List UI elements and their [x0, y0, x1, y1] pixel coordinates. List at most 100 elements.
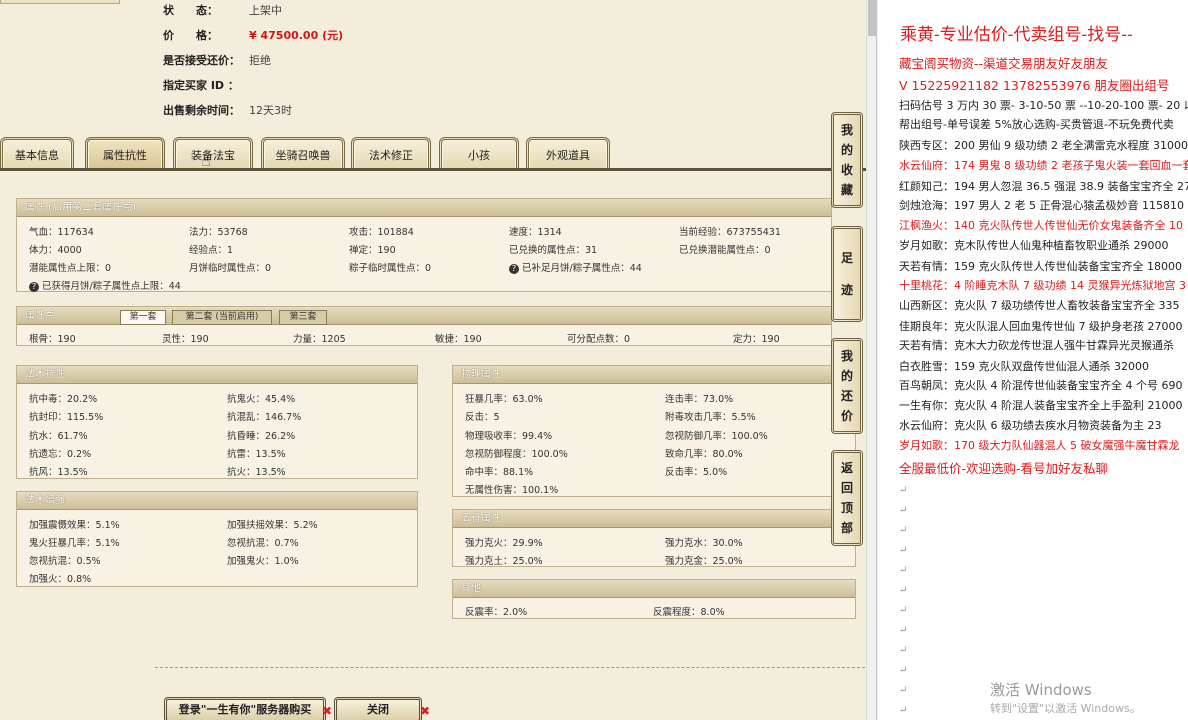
- paragraph-mark-icon: ↵: [899, 565, 908, 576]
- physical-item: 命中率：88.1%: [465, 467, 534, 478]
- top-frame-edge: [0, 0, 120, 4]
- question-icon[interactable]: ?: [509, 264, 519, 274]
- my-counter-offers-button[interactable]: 我 的 还 价: [831, 338, 863, 434]
- physical-item: 物理吸收率：99.4%: [465, 431, 553, 442]
- tab-appearance[interactable]: 外观道具: [526, 137, 610, 169]
- spell-resist-title: 法术抗性: [17, 366, 417, 384]
- points-set-3-tab[interactable]: 第三套: [279, 310, 327, 325]
- close-x-icon: ✖: [322, 704, 333, 718]
- side-char: 部: [840, 521, 853, 535]
- notes-line: 一生有你：克火队 4 阶混人装备宝宝齐全上手盈利 21000: [899, 399, 1183, 412]
- listing-detail-pane: 状 态： 上架中 价 格： ¥ 47500.00 (元) 是否接受还价： 拒绝 …: [0, 0, 866, 720]
- resist-item: 抗封印：115.5%: [29, 412, 104, 423]
- physical-item: 忽视防御程度：100.0%: [465, 449, 568, 460]
- resist-item: 抗昏睡：26.2%: [227, 431, 296, 442]
- boost-item: 加强火：0.8%: [29, 574, 92, 585]
- physical-title: 物理属性: [453, 366, 855, 384]
- my-favorites-button[interactable]: 我 的 收 藏: [831, 112, 863, 208]
- time-left-row: 出售剩余时间： 12天3时: [163, 103, 292, 117]
- resist-item: 抗水：61.7%: [29, 431, 88, 442]
- element-item: 强力克土：25.0%: [465, 556, 543, 567]
- status-row: 状 态： 上架中: [163, 3, 282, 17]
- spell-boost-panel: 法术增强 加强震慑效果：5.1% 加强扶摇效果：5.2% 鬼火狂暴几率：5.1%…: [16, 491, 418, 587]
- side-char: 收: [840, 163, 853, 177]
- status-label: 状 态：: [163, 4, 218, 17]
- side-char: 的: [840, 369, 853, 383]
- tab-basic-info[interactable]: 基本信息: [0, 137, 74, 169]
- spell-resist-panel: 法术抗性 抗中毒：20.2% 抗鬼火：45.4% 抗封印：115.5% 抗混乱：…: [16, 365, 418, 479]
- point-free: 可分配点数：0: [567, 334, 631, 345]
- time-left-value: 12天3时: [249, 104, 292, 117]
- resist-item: 抗风：13.5%: [29, 467, 88, 478]
- close-x-icon: ✖: [420, 704, 431, 718]
- windows-activation-title: 激活 Windows: [990, 681, 1092, 699]
- stat-mp: 法力：53768: [189, 227, 248, 238]
- other-panel: 其他 反震率：2.0% 反震程度：8.0%: [452, 579, 856, 619]
- notes-line: 佳期良年：克火队混人回血鬼传世仙 7 级护身老孩 27000: [899, 320, 1183, 333]
- paragraph-mark-icon: ↵: [899, 625, 908, 636]
- other-item: 反震程度：8.0%: [653, 607, 725, 618]
- resist-item: 抗鬼火：45.4%: [227, 394, 296, 405]
- notes-line: 百鸟朝凤：克火队 4 阶混传世仙装备宝宝齐全 4 个号 690: [899, 379, 1183, 392]
- notes-line: 扫码估号 3 万内 30 票- 3-10-50 票 --10-20-100 票-…: [899, 99, 1188, 112]
- pane-divider: [876, 0, 877, 720]
- side-char: 我: [840, 123, 853, 137]
- stat-cap-footer: ? 已获得月饼/粽子属性点上限：44: [29, 278, 181, 292]
- point-agility: 敏捷：190: [435, 334, 482, 345]
- boost-item: 加强鬼火：1.0%: [227, 556, 299, 567]
- points-set-2-tab[interactable]: 第二套 (当前启用): [172, 310, 272, 325]
- paragraph-mark-icon: ↵: [899, 685, 908, 696]
- elements-title: 五行属性: [453, 510, 855, 528]
- points-set-1-tab[interactable]: 第一套: [120, 310, 166, 325]
- hand-cursor-icon: ☝: [201, 151, 211, 170]
- paragraph-mark-icon: ↵: [899, 645, 908, 656]
- paragraph-mark-icon: ↵: [899, 605, 908, 616]
- footprints-button[interactable]: 足 迹: [831, 226, 863, 322]
- question-icon[interactable]: ?: [29, 282, 39, 292]
- tab-equipment[interactable]: 装备法宝: [173, 137, 253, 169]
- tab-underline: [0, 168, 866, 171]
- notes-line: 十里桃花：4 阶睡克木队 7 级功绩 14 灵猴异光炼狱地宫 3: [899, 279, 1186, 292]
- counter-offer-label: 是否接受还价：: [163, 54, 240, 67]
- price-value: ¥ 47500.00 (元): [249, 29, 344, 42]
- tab-children[interactable]: 小孩: [439, 137, 519, 169]
- notes-line: 天若有情：克木大力砍龙传世混人强牛甘霖异光灵猴通杀: [899, 339, 1174, 352]
- stat-supplemented: ? 已补足月饼/粽子属性点：44: [509, 260, 642, 274]
- physical-item: 附毒攻击几率：5.5%: [665, 412, 756, 423]
- side-char: 价: [840, 409, 853, 423]
- dashed-separator: [155, 667, 865, 668]
- physical-item: 反击：5: [465, 412, 500, 423]
- windows-activation-sub: 转到"设置"以激活 Windows。: [990, 702, 1141, 715]
- tab-mounts-pets[interactable]: 坐骑召唤兽: [261, 137, 345, 169]
- back-to-top-button[interactable]: 返 回 顶 部: [831, 450, 863, 546]
- notes-line: 剑烛沧海：197 男人 2 老 5 正骨混心猿孟极妙音 115810: [899, 199, 1184, 212]
- attributes-panel: 属性 (启用第二套属性点) 气血：117634 法力：53768 攻击：1018…: [16, 198, 832, 292]
- stat-zongzi-temp: 粽子临时属性点：0: [349, 263, 432, 274]
- scrollbar-thumb[interactable]: [868, 0, 876, 36]
- paragraph-mark-icon: ↵: [899, 585, 908, 596]
- price-row: 价 格： ¥ 47500.00 (元): [163, 28, 343, 42]
- notes-line: 岁月如歌：170 级大力队仙器混人 5 破女魔强牛魔甘霖龙: [899, 439, 1180, 452]
- counter-offer-value: 拒绝: [249, 54, 271, 67]
- buyer-row: 指定买家 ID ：: [163, 78, 249, 92]
- paragraph-mark-icon: ↵: [899, 665, 908, 676]
- detail-tabs: 基本信息 属性抗性 装备法宝 坐骑召唤兽 法术修正 小孩 外观道具: [0, 137, 866, 171]
- element-item: 强力克水：30.0%: [665, 538, 743, 549]
- side-char: 的: [840, 143, 853, 157]
- tab-attributes[interactable]: 属性抗性: [85, 137, 165, 169]
- boost-item: 加强扶摇效果：5.2%: [227, 520, 318, 531]
- tab-spell-mods[interactable]: 法术修正: [351, 137, 431, 169]
- notes-line: 江枫渔火：140 克火队传世人传世仙无价女鬼装备齐全 10: [899, 219, 1183, 232]
- stat-mooncake-temp: 月饼临时属性点：0: [189, 263, 272, 274]
- other-item: 反震率：2.0%: [465, 607, 528, 618]
- notes-line: 岁月如歌：克木队传世人仙鬼种植畜牧职业通杀 29000: [899, 239, 1169, 252]
- element-item: 强力克金：25.0%: [665, 556, 743, 567]
- paragraph-mark-icon: ↵: [899, 545, 908, 556]
- physical-panel: 物理属性 狂暴几率：63.0% 连击率：73.0% 反击：5 附毒攻击几率：5.…: [452, 365, 856, 497]
- login-server-buy-button[interactable]: 登录"一生有你"服务器购买: [164, 697, 326, 720]
- point-strength: 力量：1205: [293, 334, 346, 345]
- stat-meditation: 禅定：190: [349, 245, 396, 256]
- notes-line: 帮出组号-单号误差 5%放心选购-买贵管退-不玩免费代卖: [899, 118, 1174, 131]
- close-button[interactable]: 关闭: [334, 697, 422, 720]
- notes-line: 红颜知己：194 男人忽混 36.5 强混 38.9 装备宝宝齐全 2700: [899, 180, 1188, 193]
